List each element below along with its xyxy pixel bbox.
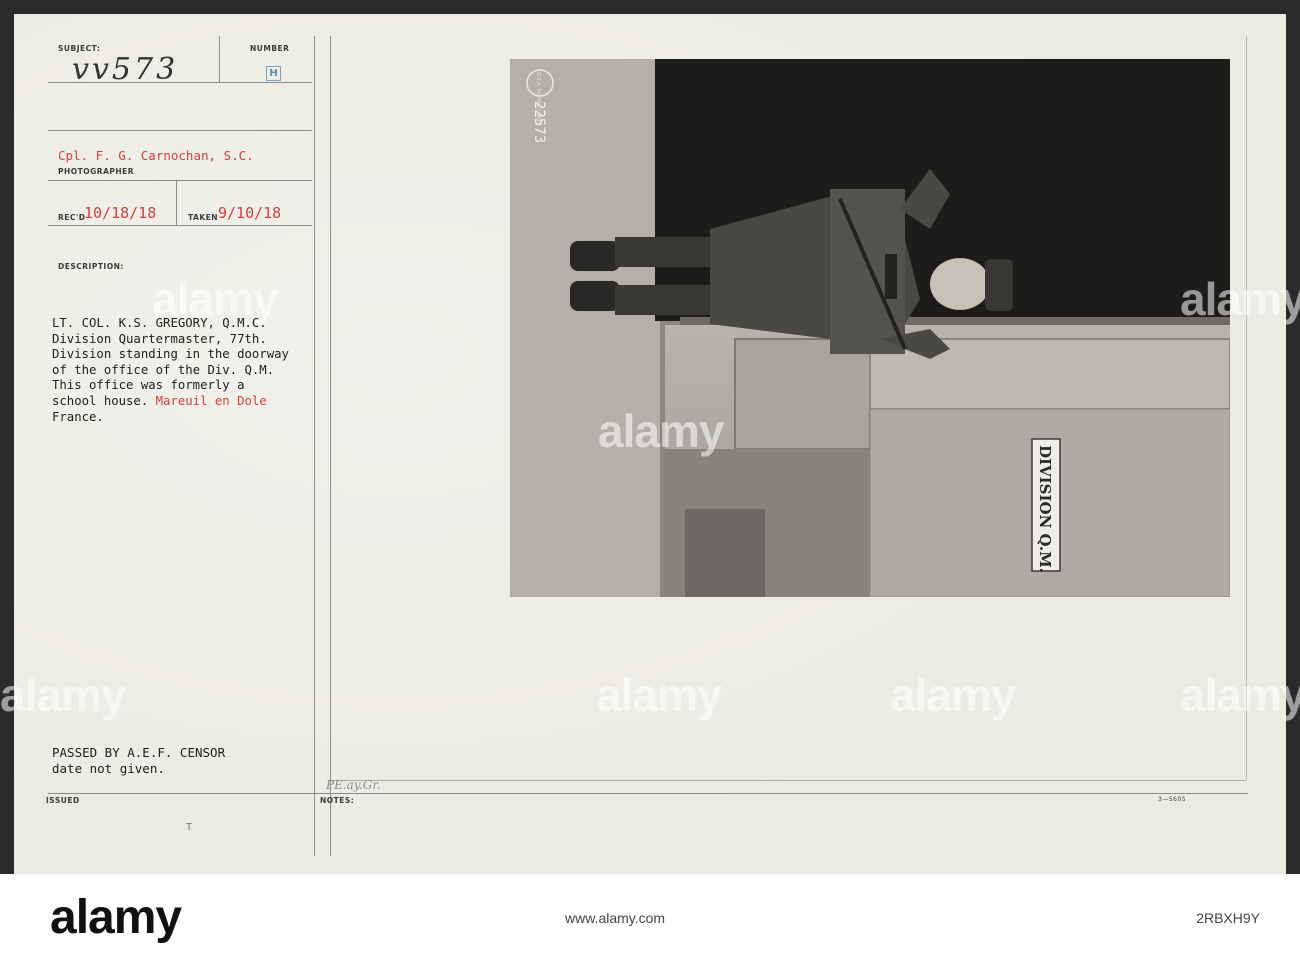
leg-upper (615, 237, 725, 267)
footer-url[interactable]: www.alamy.com (565, 910, 665, 926)
division-qm-sign: DIVISION Q.M. (1031, 438, 1061, 573)
number-stamp-h: H (266, 66, 281, 81)
description-line-5: This office was formerly a (52, 378, 245, 393)
leg-lower (615, 285, 725, 315)
taken-label: TAKEN (188, 213, 219, 222)
footer-logo[interactable]: alamy (50, 890, 182, 945)
description-line-3: Division standing in the doorway (52, 347, 289, 362)
photographer-label: PHOTOGRAPHER (58, 167, 135, 176)
rotated-photograph: U.S.A. SIGNAL CORPS 22573 DIVISION Q.M. (510, 59, 1230, 597)
description-place: Mareuil en Dole (155, 393, 267, 408)
taken-date: 9/10/18 (218, 204, 282, 222)
watermark-3: alamy (0, 669, 126, 721)
rule-bottom-upper (48, 793, 1248, 794)
footer-stock-id: 2RBXH9Y (1196, 910, 1260, 926)
rule-photo-frame-left (330, 36, 331, 856)
recd-date: 10/18/18 (84, 204, 157, 222)
number-label: NUMBER (250, 44, 290, 53)
description-label: DESCRIPTION: (58, 262, 124, 271)
censor-line-1: PASSED BY A.E.F. CENSOR (52, 745, 226, 760)
stock-footer: alamy www.alamy.com 2RBXH9Y (0, 874, 1300, 964)
number-value: H (269, 68, 278, 79)
rule-photographer-bottom (48, 180, 312, 181)
description-line-7: France. (52, 409, 104, 424)
rule-photographer-top (48, 130, 312, 131)
issued-label: ISSUED (46, 796, 80, 805)
description-line-6: school house. (52, 393, 156, 408)
boot-upper (570, 241, 620, 271)
watermark-1: alamy (152, 273, 278, 325)
lower-shadow (685, 509, 765, 597)
watermark-5: alamy (1180, 669, 1300, 721)
notes-label: NOTES: (320, 796, 355, 805)
issued-mark: T (186, 822, 193, 833)
description-line-2: Division Quartermaster, 77th. (52, 331, 267, 346)
description-line-4: of the office of the Div. Q.M. (52, 362, 275, 377)
photo-scene: U.S.A. SIGNAL CORPS 22573 DIVISION Q.M. (510, 59, 1230, 597)
subject-handwritten-number: vv573 (72, 52, 179, 87)
stamp-number: 22573 (531, 101, 547, 143)
censor-line-2: date not given. (52, 761, 165, 776)
watermark-4: alamy (596, 669, 722, 721)
rule-dates-bottom (48, 225, 312, 226)
rule-bottom-lower (330, 780, 1246, 781)
soldier-face (930, 258, 990, 310)
wall-block-1 (734, 338, 871, 450)
rule-left-column (314, 36, 315, 856)
form-number: 3—5605 (1158, 796, 1187, 803)
notes-handwritten: PE.ay.Gr. (326, 778, 381, 792)
garrison-cap (985, 259, 1013, 311)
sign-text: DIVISION Q.M. (1036, 445, 1054, 573)
watermark-2: alamy (598, 405, 724, 457)
boot-lower (570, 281, 620, 311)
description-text: LT. COL. K.S. GREGORY, Q.M.C. Division Q… (52, 316, 352, 425)
belt (885, 254, 897, 299)
watermark-7: alamy (890, 669, 1016, 721)
watermark-6: alamy (1180, 273, 1300, 325)
recd-label: REC'D (58, 213, 86, 222)
photographer-name: Cpl. F. G. Carnochan, S.C. (58, 148, 254, 163)
rule-subject-divider (219, 36, 220, 82)
rule-dates-divider (176, 180, 177, 226)
